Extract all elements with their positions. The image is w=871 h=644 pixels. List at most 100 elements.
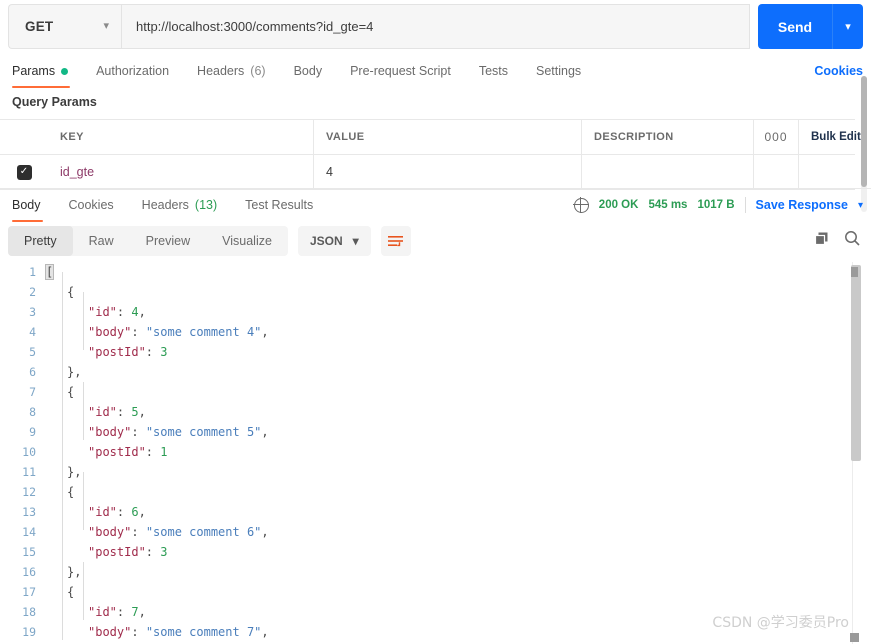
code-text: "id": 4, bbox=[46, 305, 146, 319]
row-description-input[interactable] bbox=[582, 155, 754, 189]
header-cell-check bbox=[0, 120, 48, 154]
http-method-select[interactable]: GET ▾ bbox=[8, 4, 121, 49]
code-token: { bbox=[67, 385, 75, 399]
code-token: 1 bbox=[160, 445, 168, 459]
code-token: : bbox=[145, 545, 161, 559]
search-icon[interactable] bbox=[844, 230, 861, 247]
response-tab-bar: Body Cookies Headers (13) Test Results bbox=[8, 192, 327, 222]
save-response-button[interactable]: Save Response bbox=[756, 198, 848, 212]
tab-response-cookies[interactable]: Cookies bbox=[55, 192, 128, 218]
tab-test-results-label: Test Results bbox=[245, 198, 314, 212]
code-token: "some comment 7" bbox=[145, 625, 262, 639]
wrap-lines-button[interactable] bbox=[380, 226, 411, 256]
tab-response-body[interactable]: Body bbox=[8, 192, 55, 222]
row-options[interactable] bbox=[754, 155, 799, 189]
request-tab-bar: Params Authorization Headers (6) Body Pr… bbox=[8, 58, 863, 88]
response-actions bbox=[814, 230, 861, 247]
code-token: "id" bbox=[88, 605, 117, 619]
url-input[interactable]: http://localhost:3000/comments?id_gte=4 bbox=[121, 4, 750, 49]
view-mode-preview[interactable]: Preview bbox=[130, 226, 206, 256]
query-params-title: Query Params bbox=[12, 95, 97, 109]
code-token: "body" bbox=[88, 325, 132, 339]
line-number: 6 bbox=[29, 365, 36, 379]
code-token: , bbox=[261, 325, 269, 339]
wrap-lines-icon bbox=[388, 235, 404, 246]
tab-headers[interactable]: Headers (6) bbox=[183, 58, 280, 84]
line-number: 19 bbox=[22, 625, 36, 639]
tab-headers-count: (6) bbox=[250, 64, 266, 78]
tab-settings-label: Settings bbox=[536, 64, 582, 78]
tab-test-results[interactable]: Test Results bbox=[231, 192, 327, 218]
tab-response-cookies-label: Cookies bbox=[68, 198, 114, 212]
row-spacer bbox=[799, 155, 855, 189]
header-cell-value: VALUE bbox=[314, 120, 582, 154]
ellipsis-icon: 000 bbox=[764, 130, 788, 144]
http-method-label: GET bbox=[25, 19, 54, 34]
row-key-input[interactable]: id_gte bbox=[48, 155, 314, 189]
code-text: [ bbox=[44, 264, 55, 280]
view-mode-visualize[interactable]: Visualize bbox=[206, 226, 288, 256]
row-enabled-checkbox[interactable]: ✓ bbox=[0, 155, 48, 189]
response-size: 1017 B bbox=[697, 199, 735, 211]
code-line: 2{ bbox=[0, 282, 855, 302]
bulk-edit-button[interactable]: Bulk Edit bbox=[799, 120, 861, 154]
response-body-code[interactable]: 1[2{3 "id": 4, 4 "body": "some comment 4", 5… bbox=[0, 262, 855, 644]
code-text: { bbox=[46, 385, 74, 399]
table-options-button[interactable]: 000 bbox=[754, 120, 799, 154]
row-value-input[interactable]: 4 bbox=[314, 155, 582, 189]
response-format-select[interactable]: JSON ▾ bbox=[297, 226, 371, 256]
tab-params[interactable]: Params bbox=[8, 58, 82, 88]
code-token: "postId" bbox=[88, 445, 146, 459]
response-scrollbar-cap[interactable] bbox=[851, 267, 858, 277]
line-number: 2 bbox=[29, 285, 36, 299]
header-cell-description: DESCRIPTION bbox=[582, 120, 754, 154]
copy-icon[interactable] bbox=[814, 231, 830, 247]
request-scrollbar-thumb[interactable] bbox=[861, 76, 867, 187]
line-number: 4 bbox=[29, 325, 36, 339]
status-badge: 200 OK bbox=[598, 199, 639, 211]
view-mode-pretty[interactable]: Pretty bbox=[8, 226, 73, 256]
code-token: }, bbox=[67, 465, 82, 479]
divider bbox=[744, 197, 746, 213]
watermark: CSDN @学习委员Pro bbox=[712, 615, 849, 631]
code-token: : bbox=[116, 605, 132, 619]
send-button[interactable]: Send bbox=[758, 4, 833, 49]
code-token: { bbox=[67, 285, 75, 299]
save-response-chevron-down-icon[interactable]: ▾ bbox=[858, 200, 863, 211]
line-number: 14 bbox=[22, 525, 36, 539]
cookies-link[interactable]: Cookies bbox=[814, 58, 863, 84]
code-text: "body": "some comment 7", bbox=[46, 625, 269, 639]
line-number: 18 bbox=[22, 605, 36, 619]
tab-response-headers[interactable]: Headers (13) bbox=[128, 192, 231, 218]
params-indicator-dot-icon bbox=[61, 67, 69, 75]
code-token: { bbox=[67, 485, 75, 499]
response-meta: 200 OK 545 ms 1017 B Save Response ▾ bbox=[573, 193, 863, 217]
response-view-toolbar: Pretty Raw Preview Visualize JSON ▾ bbox=[8, 226, 411, 256]
view-mode-raw[interactable]: Raw bbox=[73, 226, 130, 256]
tab-body-label: Body bbox=[293, 64, 323, 78]
line-number: 10 bbox=[22, 445, 36, 459]
code-token: , bbox=[261, 625, 269, 639]
tab-body[interactable]: Body bbox=[280, 58, 337, 84]
bracket-highlight: [ bbox=[44, 264, 55, 280]
code-line: 1[ bbox=[0, 262, 855, 282]
code-token: 6 bbox=[131, 505, 139, 519]
line-number: 13 bbox=[22, 505, 36, 519]
send-button-group: Send ▾ bbox=[758, 4, 863, 49]
response-scrollbar-thumb[interactable] bbox=[851, 265, 861, 461]
code-line: 6}, bbox=[0, 362, 855, 382]
header-cell-key: KEY bbox=[48, 120, 314, 154]
tab-settings[interactable]: Settings bbox=[522, 58, 595, 84]
code-line: 7{ bbox=[0, 382, 855, 402]
line-number: 3 bbox=[29, 305, 36, 319]
code-token: , bbox=[261, 425, 269, 439]
code-line: 8 "id": 5, bbox=[0, 402, 855, 422]
tab-tests[interactable]: Tests bbox=[465, 58, 522, 84]
code-line: 3 "id": 4, bbox=[0, 302, 855, 322]
tab-pre-request-script[interactable]: Pre-request Script bbox=[336, 58, 465, 84]
code-token: "postId" bbox=[88, 345, 146, 359]
line-number: 9 bbox=[29, 425, 36, 439]
line-number: 16 bbox=[22, 565, 36, 579]
send-options-chevron-down-icon[interactable]: ▾ bbox=[833, 20, 863, 33]
tab-authorization[interactable]: Authorization bbox=[82, 58, 183, 84]
